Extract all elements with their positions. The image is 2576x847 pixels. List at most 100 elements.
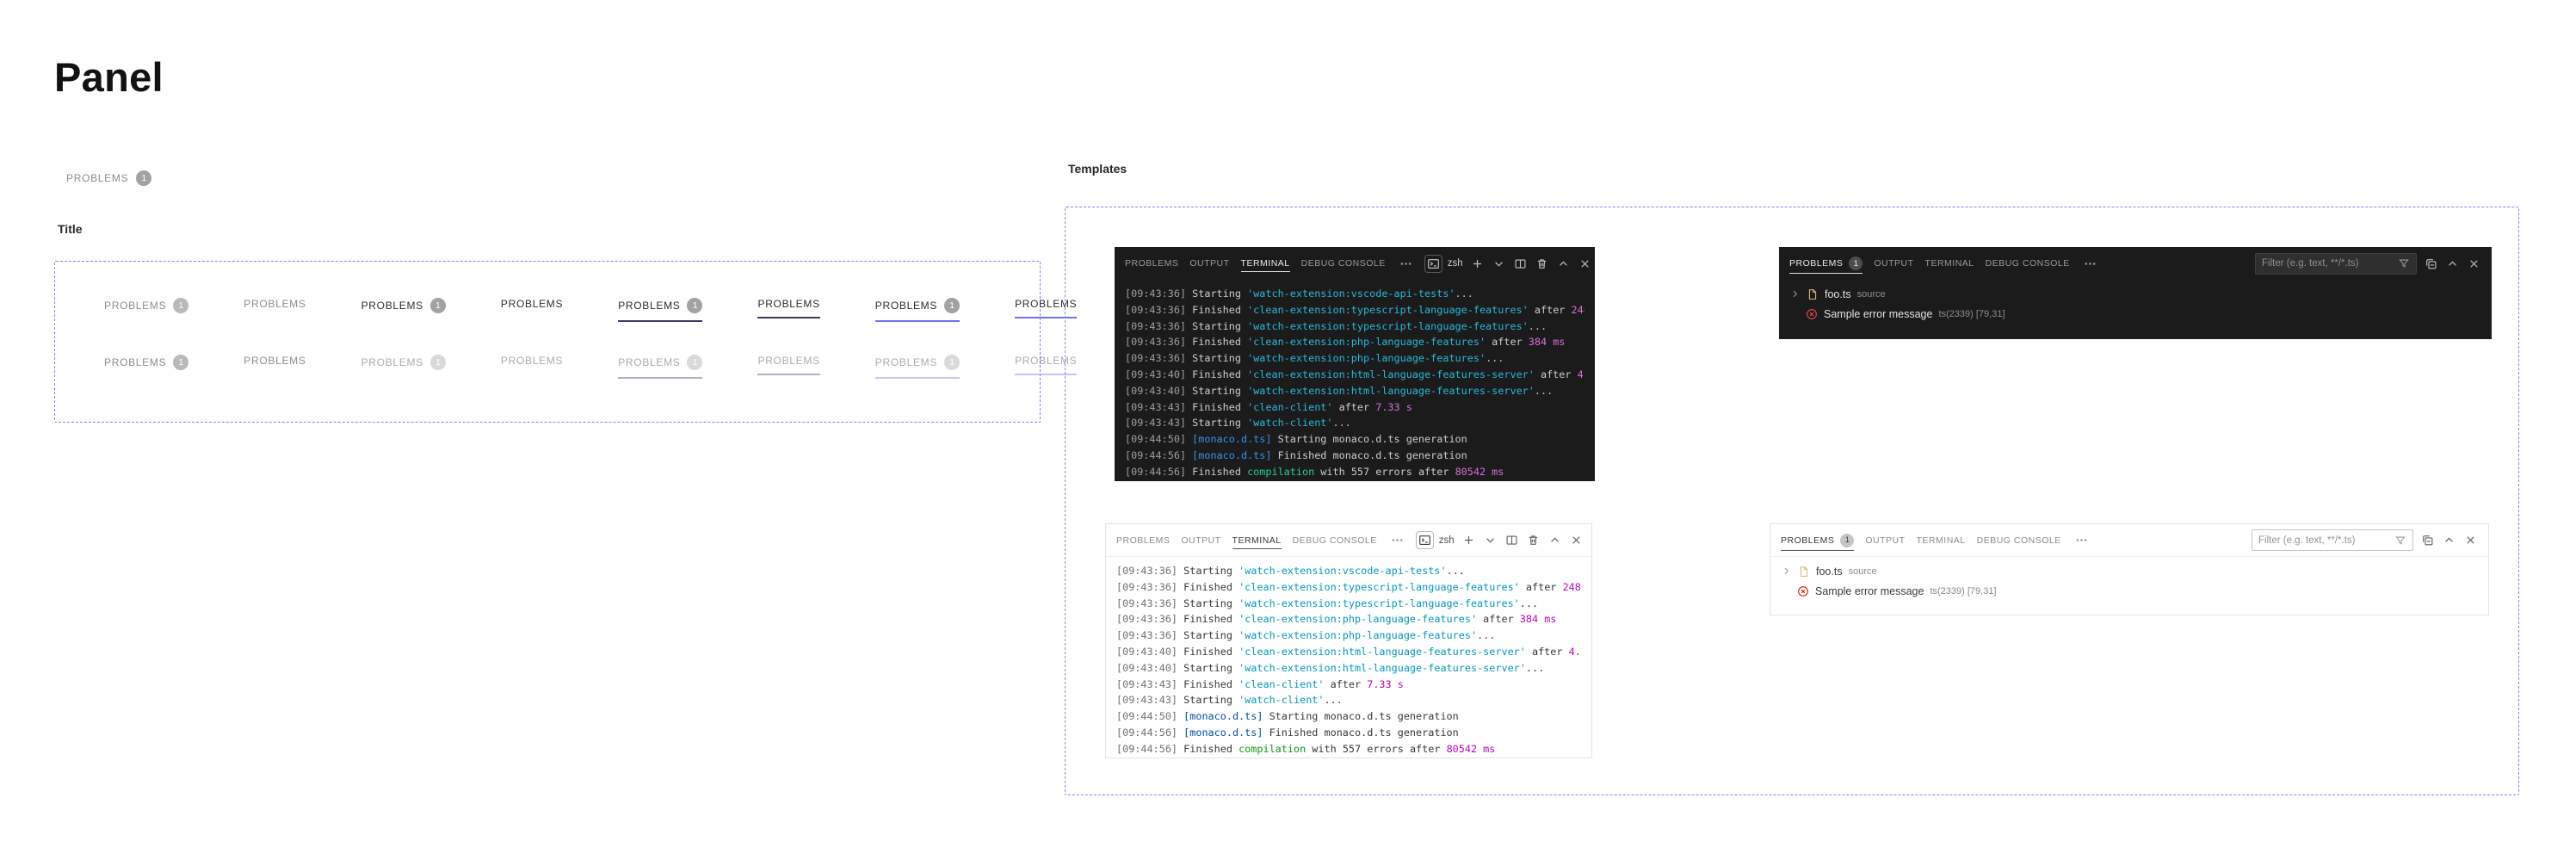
tab-debug-console[interactable]: DEBUG CONSOLE	[1293, 524, 1377, 556]
log-segment: compilation	[1247, 466, 1314, 478]
new-terminal-button[interactable]	[1461, 533, 1476, 547]
log-segment: [09:44:56]	[1116, 726, 1183, 739]
panel-tab-bar: PROBLEMS OUTPUT TERMINAL DEBUG CONSOLE zsh	[1106, 524, 1591, 557]
tab-inner: TERMINAL	[1917, 532, 1966, 549]
terminal-profile-dropdown-button[interactable]	[1483, 533, 1498, 547]
close-panel-button[interactable]	[1569, 533, 1584, 547]
filter-input[interactable]	[2258, 535, 2389, 546]
log-segment: 4.43 s	[1578, 368, 1585, 380]
tab-output[interactable]: OUTPUT	[1181, 524, 1220, 556]
close-panel-button[interactable]	[1578, 257, 1592, 271]
panel-tab-variant[interactable]: PROBLEMS1	[104, 355, 188, 379]
tab-terminal[interactable]: TERMINAL	[1241, 247, 1290, 280]
tab-debug-console[interactable]: DEBUG CONSOLE	[1986, 247, 2070, 280]
error-message: Sample error message	[1824, 308, 1932, 320]
file-name: foo.ts	[1816, 566, 1843, 578]
panel-tab-variant[interactable]: PROBLEMS1	[361, 355, 446, 379]
chevron-up-icon	[1557, 257, 1570, 270]
panel-tab-variant[interactable]: PROBLEMS	[757, 298, 819, 318]
tab-terminal[interactable]: TERMINAL	[1232, 524, 1282, 556]
log-segment: Finished	[1183, 613, 1239, 625]
log-segment: ...	[1486, 352, 1504, 364]
tab-inner: OUTPUT	[1865, 532, 1905, 549]
terminal-log-line: [09:43:40] Starting 'watch-extension:htm…	[1125, 383, 1585, 399]
log-segment: [09:43:36]	[1125, 287, 1192, 300]
log-segment: [09:43:40]	[1125, 385, 1192, 397]
panel-tab-variant[interactable]: PROBLEMS1	[875, 298, 960, 322]
log-segment: [09:43:36]	[1116, 581, 1183, 593]
shell-profile-select[interactable]: zsh	[1424, 255, 1463, 273]
kill-terminal-button[interactable]	[1535, 257, 1549, 271]
tab-output[interactable]: OUTPUT	[1189, 247, 1229, 280]
collapse-all-button[interactable]	[2424, 257, 2438, 271]
tab-problems[interactable]: PROBLEMS1	[1789, 247, 1863, 280]
tab-terminal[interactable]: TERMINAL	[1925, 247, 1974, 280]
tab-label: PROBLEMS	[244, 298, 306, 310]
more-actions-button[interactable]	[2074, 533, 2089, 547]
log-segment: [09:43:43]	[1116, 678, 1183, 690]
close-panel-button[interactable]	[2467, 257, 2481, 271]
terminal-log-line: [09:44:56] Finished compilation with 557…	[1125, 464, 1585, 480]
tab-debug-console[interactable]: DEBUG CONSOLE	[1301, 247, 1386, 280]
panel-tab-variant[interactable]: PROBLEMS1	[875, 355, 960, 379]
maximize-panel-button[interactable]	[2445, 257, 2460, 271]
panel-terminal-dark: PROBLEMS OUTPUT TERMINAL DEBUG CONSOLE zsh [0…	[1115, 247, 1595, 481]
log-segment: Starting monaco.d.ts generation	[1278, 433, 1467, 445]
problems-file-row[interactable]: foo.tssource	[1779, 284, 2492, 304]
kill-terminal-button[interactable]	[1526, 533, 1541, 547]
tab-output[interactable]: OUTPUT	[1874, 247, 1913, 280]
panel-tab-variant[interactable]: PROBLEMS	[501, 298, 563, 318]
collapse-all-button[interactable]	[2420, 533, 2435, 547]
shell-profile-select[interactable]: zsh	[1416, 531, 1455, 549]
shell-icon-box	[1416, 531, 1434, 549]
file-detail: source	[1849, 566, 1877, 577]
problems-error-row[interactable]: Sample error messagets(2339) [79,31]	[1770, 581, 2488, 601]
tab-inner: DEBUG CONSOLE	[1986, 255, 2070, 272]
shell-icon-box	[1424, 255, 1442, 273]
tab-problems[interactable]: PROBLEMS1	[1781, 524, 1854, 556]
tab-problems[interactable]: PROBLEMS	[1116, 524, 1170, 556]
tab-debug-console[interactable]: DEBUG CONSOLE	[1977, 524, 2061, 556]
log-segment: [monaco.d.ts]	[1192, 433, 1277, 445]
filter-icon	[2394, 535, 2406, 547]
log-segment: [09:43:36]	[1125, 320, 1192, 332]
shell-label: zsh	[1439, 535, 1455, 546]
chevron-down-icon	[1484, 534, 1497, 547]
panel-tab-variant[interactable]: PROBLEMS1	[618, 355, 702, 379]
terminal-profile-dropdown-button[interactable]	[1492, 257, 1506, 271]
log-segment: Finished	[1192, 368, 1247, 380]
maximize-panel-button[interactable]	[1556, 257, 1571, 271]
problems-error-row[interactable]: Sample error messagets(2339) [79,31]	[1779, 304, 2492, 324]
filter-input[interactable]	[2262, 258, 2393, 269]
maximize-panel-button[interactable]	[2442, 533, 2456, 547]
tab-problems[interactable]: PROBLEMS	[1125, 247, 1178, 280]
chevron-up-icon	[2446, 257, 2459, 270]
tab-inner: DEBUG CONSOLE	[1977, 532, 2061, 549]
tab-output[interactable]: OUTPUT	[1865, 524, 1905, 556]
split-terminal-button[interactable]	[1504, 533, 1519, 547]
panel-tab-variant[interactable]: PROBLEMS	[244, 298, 306, 318]
log-segment: [09:43:43]	[1125, 401, 1192, 413]
more-actions-button[interactable]	[1390, 533, 1405, 547]
problems-file-row[interactable]: foo.ts source	[1770, 561, 2488, 581]
more-actions-button[interactable]	[1399, 257, 1413, 271]
tab-label: PROBLEMS	[1789, 258, 1843, 269]
panel-tab-variant[interactable]: PROBLEMS	[501, 355, 563, 375]
panel-tab-variant[interactable]: PROBLEMS1	[104, 298, 188, 322]
panel-tab-variant[interactable]: PROBLEMS1	[361, 298, 446, 322]
sample-panel-tab[interactable]: PROBLEMS 1	[66, 170, 151, 186]
log-segment: [09:43:36]	[1116, 629, 1183, 641]
new-terminal-button[interactable]	[1470, 257, 1485, 271]
close-panel-button[interactable]	[2463, 533, 2478, 547]
log-segment: 'clean-extension:typescript-language-fea…	[1247, 304, 1529, 316]
panel-tab-variant[interactable]: PROBLEMS1	[618, 298, 702, 322]
more-actions-button[interactable]	[2083, 257, 2097, 271]
log-segment: ...	[1535, 385, 1553, 397]
log-segment: 'watch-client'	[1247, 417, 1332, 429]
chevron-right-icon	[1789, 288, 1801, 300]
tab-terminal[interactable]: TERMINAL	[1917, 524, 1966, 556]
split-terminal-button[interactable]	[1513, 257, 1528, 271]
panel-tab-variant[interactable]: PROBLEMS	[244, 355, 306, 375]
maximize-panel-button[interactable]	[1547, 533, 1562, 547]
panel-tab-variant[interactable]: PROBLEMS	[757, 355, 819, 375]
